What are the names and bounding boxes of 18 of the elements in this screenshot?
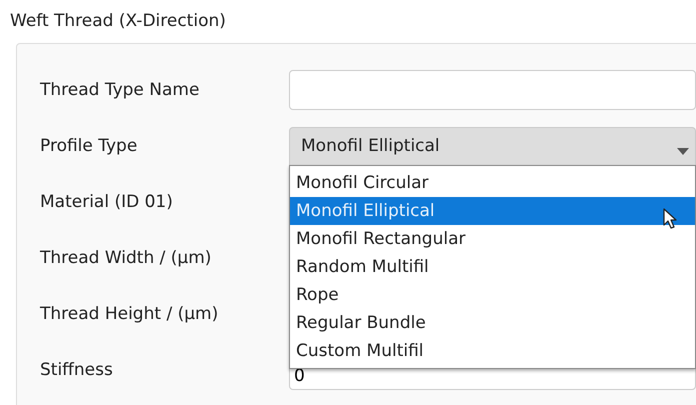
- field-label: Material (ID 01): [40, 192, 173, 212]
- cursor-icon: [663, 208, 677, 230]
- field-label: Thread Width / (µm): [40, 248, 212, 268]
- dropdown-option[interactable]: Monofil Circular: [290, 169, 695, 197]
- text-field[interactable]: [289, 70, 696, 110]
- dropdown-option[interactable]: Rope: [290, 281, 695, 309]
- profile-type-dropdown[interactable]: Monofil Elliptical: [289, 126, 696, 166]
- field-label: Profile Type: [40, 136, 138, 156]
- dropdown-option[interactable]: Custom Multifil: [290, 337, 695, 365]
- group-title: Weft Thread (X-Direction): [10, 10, 226, 33]
- field-label: Thread Height / (µm): [40, 304, 218, 324]
- dropdown-option[interactable]: Random Multifil: [290, 253, 695, 281]
- caret-icon: [677, 148, 689, 155]
- dropdown-option[interactable]: Regular Bundle: [290, 309, 695, 337]
- dropdown-option[interactable]: Monofil Elliptical: [290, 197, 695, 225]
- field-label: Thread Type Name: [40, 80, 200, 100]
- dropdown-option[interactable]: Monofil Rectangular: [290, 225, 695, 253]
- field-label: Stiffness: [40, 360, 113, 380]
